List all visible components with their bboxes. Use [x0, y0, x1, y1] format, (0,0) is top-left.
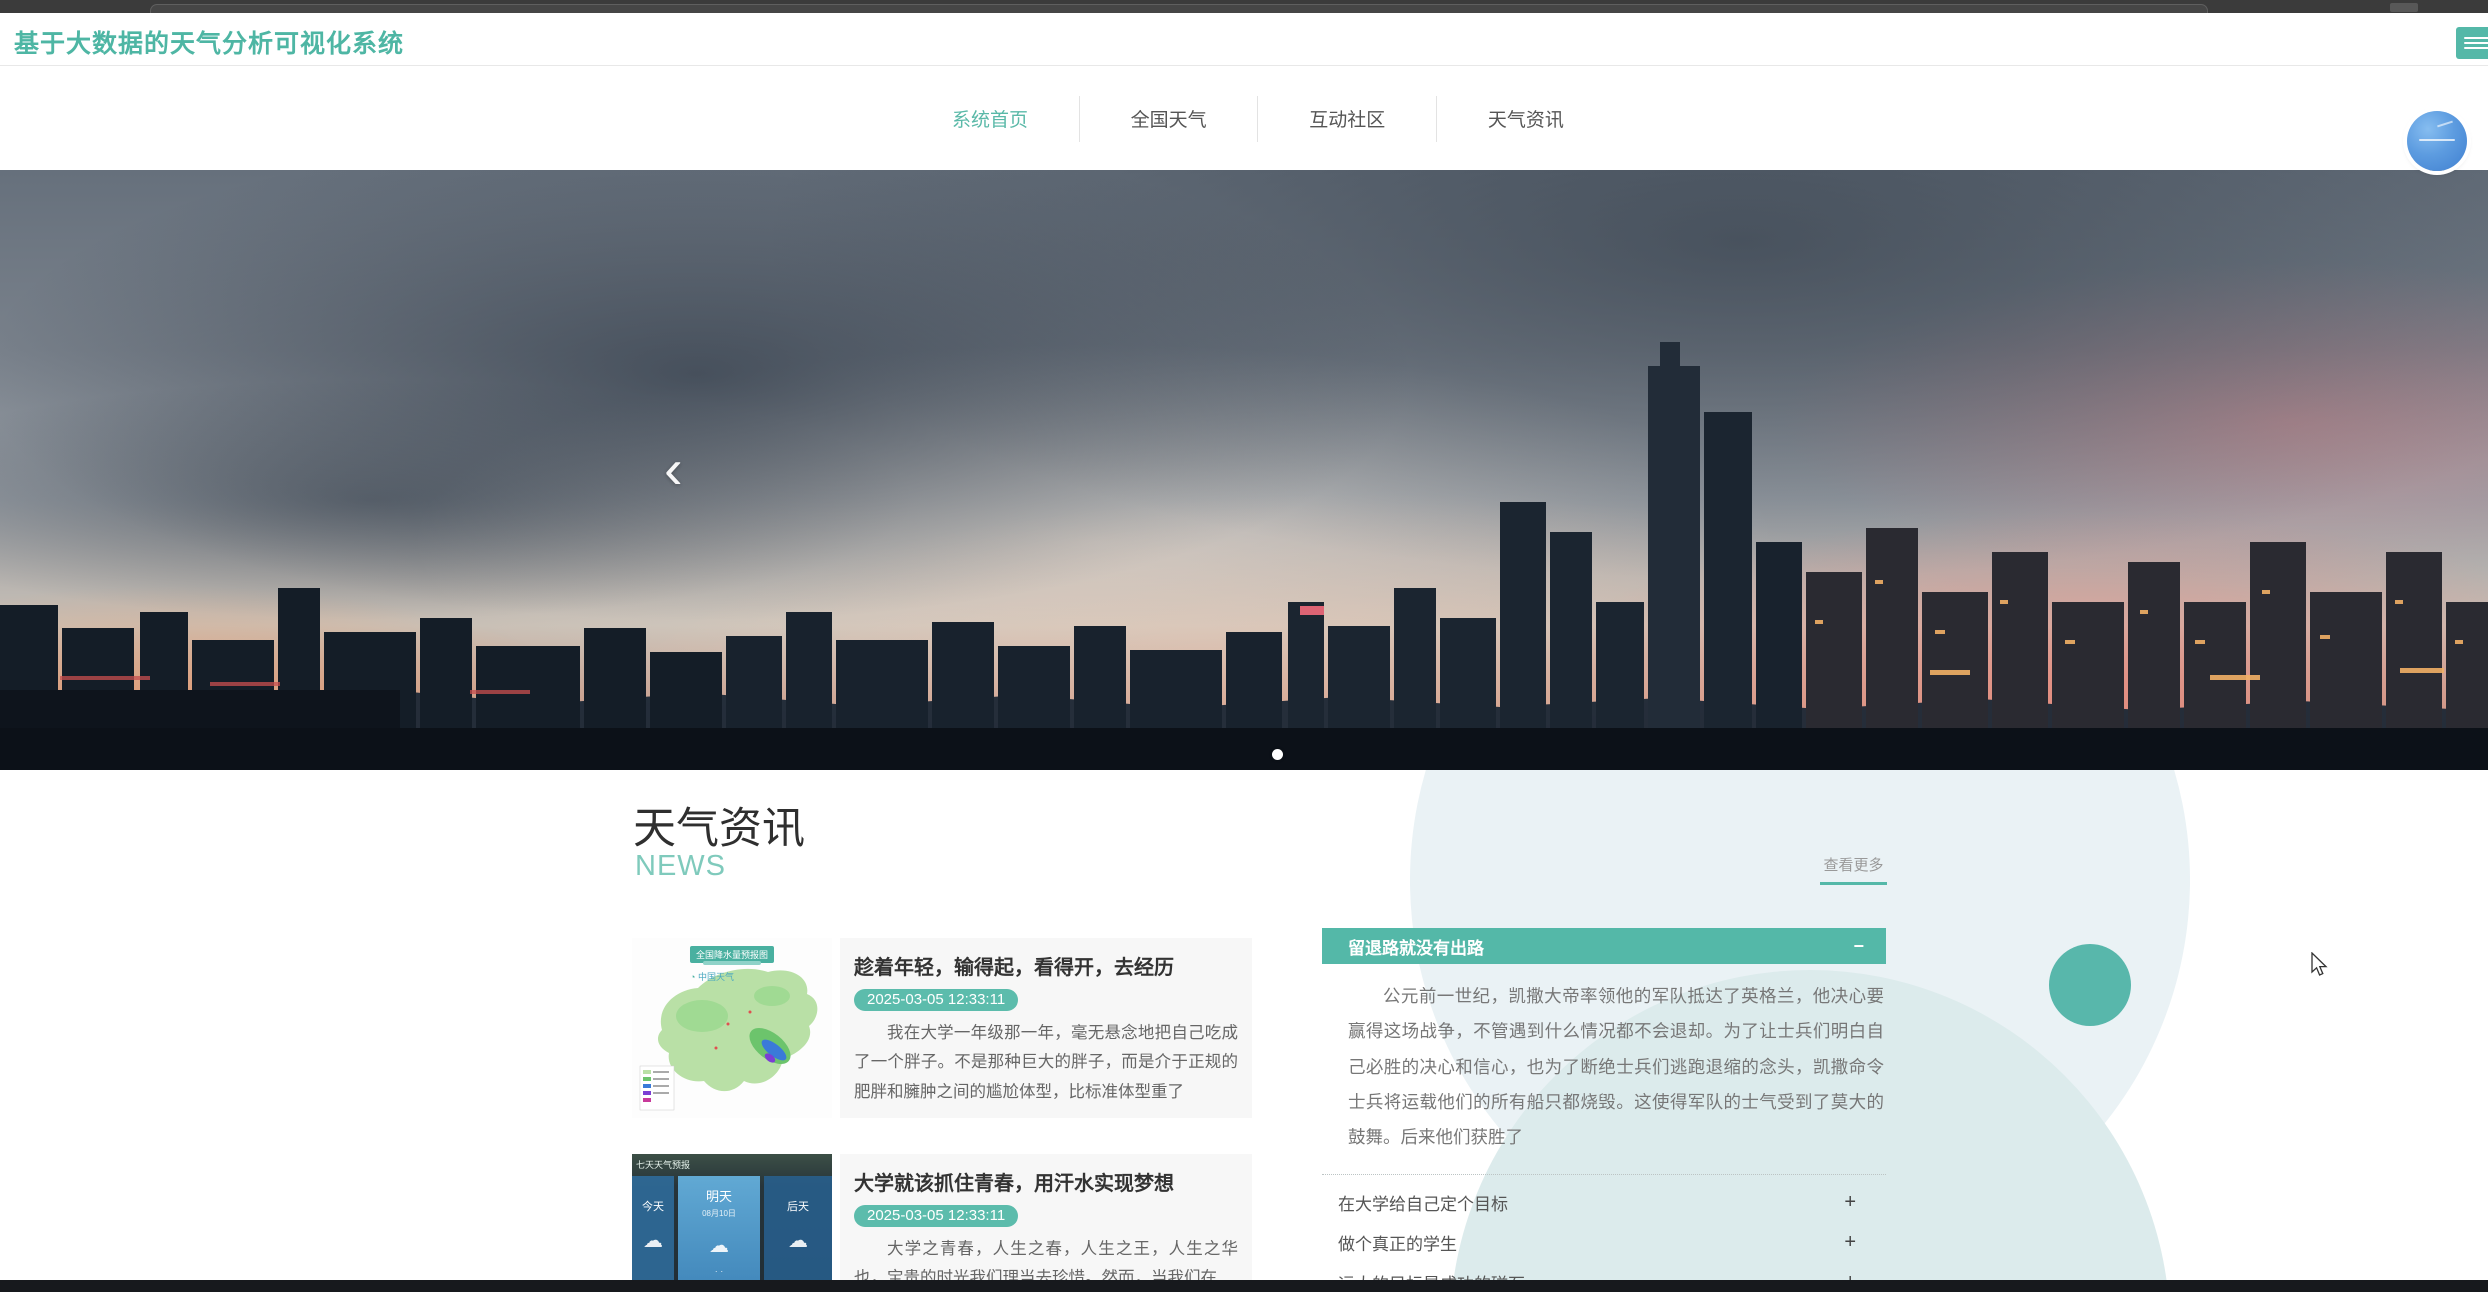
view-more-link[interactable]: 查看更多 [1820, 854, 1887, 885]
news-item-body: 大学就该抓住青春，用汗水实现梦想 2025-03-05 12:33:11 大学之… [840, 1154, 1252, 1280]
expand-icon[interactable]: + [1844, 1231, 1856, 1254]
news-item-body: 趁着年轻，输得起，看得开，去经历 2025-03-05 12:33:11 我在大… [840, 938, 1252, 1118]
news-section-subtitle: NEWS [635, 850, 726, 883]
forecast-detail-mark: · · [678, 1266, 760, 1276]
weather-brand-label: 中国天气 [690, 970, 734, 983]
accordion-rows: 在大学给自己定个目标 + 做个真正的学生 + 远大的目标是成功的磁石 + [1322, 1183, 1886, 1280]
chevron-left-icon: ‹ [664, 437, 683, 500]
nav-item-national-weather[interactable]: 全国天气 [1129, 99, 1209, 138]
accordion-title: 做个真正的学生 [1338, 1230, 1457, 1255]
nav-divider [1079, 96, 1080, 142]
browser-chrome-bar [0, 0, 2488, 13]
news-item[interactable]: 七天天气预报 今天 ☁ 明天 08月10日 ☁ · · 后天 ☁ 大学就该抓住青… [632, 1154, 1252, 1280]
accordion-row[interactable]: 远大的目标是成功的磁石 + [1322, 1263, 1886, 1280]
forecast-panel-day-after: 后天 ☁ [764, 1176, 832, 1280]
decor-circle-solid [2049, 944, 2131, 1026]
map-banner-subline [703, 961, 761, 965]
accordion-header-expanded[interactable]: 留退路就没有出路 − [1322, 928, 1886, 964]
accordion-title: 远大的目标是成功的磁石 [1338, 1270, 1525, 1280]
nav-row: 系统首页 全国天气 互动社区 天气资讯 [950, 67, 1566, 170]
site-title: 基于大数据的天气分析可视化系统 [14, 24, 404, 60]
city-skyline-image [0, 170, 2488, 770]
news-item[interactable]: 全国降水量预报图 中国天气 趁着年轻，输得起，看得开，去经历 [632, 938, 1252, 1118]
forecast-caption: 七天天气预报 [636, 1158, 690, 1171]
app-header: 基于大数据的天气分析可视化系统 [0, 13, 2488, 66]
cloud-icon: ☁ [632, 1228, 674, 1253]
nav-item-home[interactable]: 系统首页 [950, 99, 1030, 138]
expand-icon[interactable]: + [1844, 1191, 1856, 1214]
news-item-excerpt: 大学之青春，人生之春，人生之王，人生之华也，宝贵的时光我们理当去珍惜。然而，当我… [854, 1235, 1238, 1280]
forecast-panel-tomorrow: 明天 08月10日 ☁ · · [678, 1176, 760, 1280]
forecast-panel-today: 今天 ☁ [632, 1176, 674, 1280]
footer-bar [0, 1280, 2488, 1292]
user-avatar[interactable] [2407, 111, 2467, 171]
news-item-title[interactable]: 大学就该抓住青春，用汗水实现梦想 [854, 1167, 1238, 1196]
accordion-row[interactable]: 做个真正的学生 + [1322, 1223, 1886, 1263]
news-thumbnail-rain-map: 全国降水量预报图 中国天气 [632, 938, 832, 1118]
accordion-title: 留退路就没有出路 [1348, 934, 1484, 959]
collapse-icon[interactable]: − [1853, 936, 1864, 957]
browser-address-bar[interactable] [150, 4, 2208, 13]
news-thumbnail-forecast: 七天天气预报 今天 ☁ 明天 08月10日 ☁ · · 后天 ☁ [632, 1154, 832, 1280]
news-item-date-badge: 2025-03-05 12:33:11 [854, 989, 1018, 1011]
forecast-day-label: 明天 [678, 1186, 760, 1205]
nav-item-weather-news[interactable]: 天气资讯 [1486, 99, 1566, 138]
main-nav: 系统首页 全国天气 互动社区 天气资讯 [0, 67, 2488, 170]
news-item-title[interactable]: 趁着年轻，输得起，看得开，去经历 [854, 951, 1238, 980]
news-accordion: 留退路就没有出路 − 公元前一世纪，凯撒大帝率领他的军队抵达了英格兰，他决心要赢… [1322, 928, 1886, 1280]
nav-item-community[interactable]: 互动社区 [1307, 99, 1387, 138]
menu-icon [2464, 37, 2488, 49]
news-item-excerpt: 我在大学一年级那一年，毫无悬念地把自己吃成了一个胖子。不是那种巨大的胖子，而是介… [854, 1019, 1238, 1107]
accordion-title: 在大学给自己定个目标 [1338, 1190, 1508, 1215]
carousel-prev-button[interactable]: ‹ [658, 440, 689, 498]
china-rain-map [632, 938, 832, 1118]
news-section-title: 天气资讯 [633, 794, 805, 856]
news-section: 天气资讯 NEWS 查看更多 全国降水量预报图 中国天气 [0, 770, 2488, 1280]
cloud-icon: ☁ [764, 1228, 832, 1253]
news-item-date-badge: 2025-03-05 12:33:11 [854, 1205, 1018, 1227]
nav-divider [1436, 96, 1437, 142]
accordion-row[interactable]: 在大学给自己定个目标 + [1322, 1183, 1886, 1223]
forecast-day-label: 今天 [632, 1198, 674, 1214]
corner-menu-button[interactable] [2456, 27, 2488, 59]
nav-divider [1257, 96, 1258, 142]
cloud-icon: ☁ [678, 1233, 760, 1258]
accordion-content: 公元前一世纪，凯撒大帝率领他的军队抵达了英格兰，他决心要赢得这场战争，不管遇到什… [1322, 964, 1886, 1175]
carousel-dot[interactable] [1272, 749, 1283, 760]
browser-extension-icon[interactable] [2390, 3, 2418, 12]
hero-carousel: ‹ [0, 170, 2488, 770]
expand-icon[interactable]: + [1844, 1271, 1856, 1280]
forecast-day-label: 后天 [764, 1198, 832, 1214]
forecast-date-label: 08月10日 [678, 1208, 760, 1219]
